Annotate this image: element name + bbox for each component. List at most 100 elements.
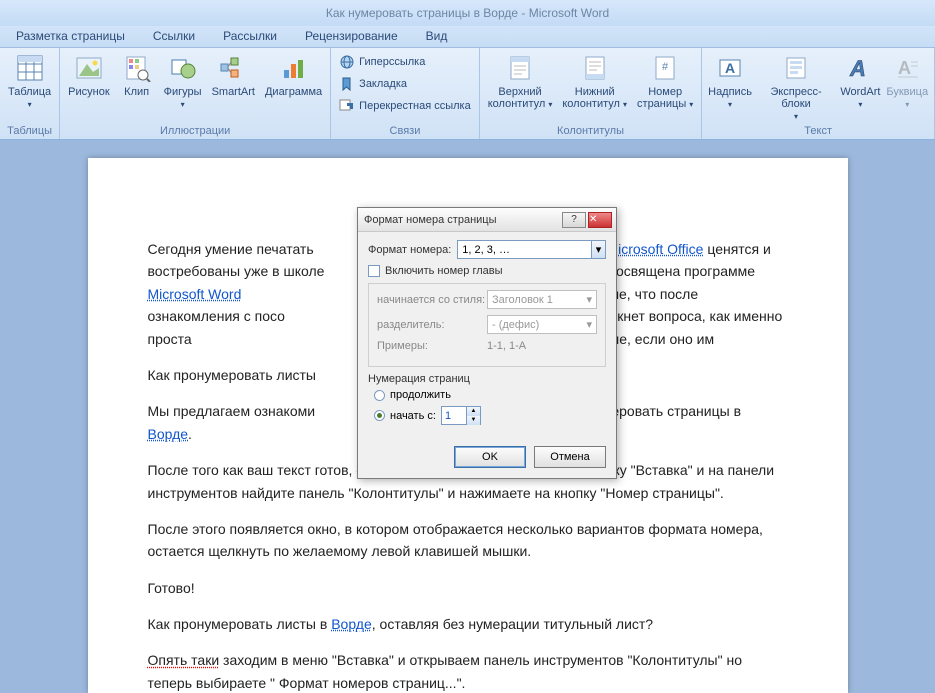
starts-style-value: Заголовок 1 <box>492 294 553 306</box>
header-icon <box>504 52 536 84</box>
svg-text:#: # <box>662 61 669 73</box>
start-from-spinner[interactable]: ▲▼ <box>441 406 481 425</box>
crossref-label: Перекрестная ссылка <box>359 100 471 112</box>
shapes-icon <box>167 52 199 84</box>
tab-review[interactable]: Рецензирование <box>291 26 412 47</box>
doc-text: Мы предлагаем ознакоми <box>148 403 316 419</box>
chart-label: Диаграмма <box>265 86 322 98</box>
table-icon <box>14 52 46 84</box>
clip-button[interactable]: Клип <box>116 50 158 98</box>
separator-label: разделитель: <box>377 319 487 331</box>
chevron-down-icon: ▾ <box>28 100 32 109</box>
footer-icon <box>579 52 611 84</box>
tab-mailings[interactable]: Рассылки <box>209 26 291 47</box>
picture-label: Рисунок <box>68 86 110 98</box>
quickparts-label: Экспресс-блоки <box>770 86 821 110</box>
wordart-icon: A <box>844 52 876 84</box>
bookmark-button[interactable]: Закладка <box>335 74 475 94</box>
include-chapter-label: Включить номер главы <box>385 265 503 277</box>
help-button[interactable]: ? <box>562 212 586 228</box>
doc-link[interactable]: Ворде <box>331 616 372 632</box>
close-icon: ✕ <box>589 214 611 225</box>
spin-down-icon[interactable]: ▼ <box>467 416 480 425</box>
page-number-icon: # <box>649 52 681 84</box>
doc-text: Сегодня умение печатать <box>148 241 314 257</box>
ribbon: Таблица▾ Таблицы Рисунок Клип Фигуры▾ Sm… <box>0 48 935 140</box>
clip-icon <box>121 52 153 84</box>
textbox-label: Надпись <box>708 86 752 98</box>
quickparts-button[interactable]: Экспресс-блоки ▾ <box>756 50 837 123</box>
examples-label: Примеры: <box>377 340 487 352</box>
dialog-title: Формат номера страницы <box>364 214 560 226</box>
chevron-down-icon: ▾ <box>689 100 693 109</box>
svg-text:A: A <box>898 58 911 78</box>
dropcap-label: Буквица <box>886 86 928 98</box>
doc-text: , оставляя без нумерации титульный лист? <box>372 616 653 632</box>
smartart-button[interactable]: SmartArt <box>208 50 259 98</box>
doc-link[interactable]: Microsoft Office <box>606 241 703 257</box>
hyperlink-button[interactable]: Гиперссылка <box>335 52 475 72</box>
tab-references[interactable]: Ссылки <box>139 26 209 47</box>
header-button[interactable]: Верхний колонтитул ▾ <box>484 50 557 111</box>
start-from-radio[interactable]: начать с: ▲▼ <box>374 406 606 425</box>
table-button[interactable]: Таблица ▾ <box>4 50 55 111</box>
tab-page-layout[interactable]: Разметка страницы <box>2 26 139 47</box>
smartart-icon <box>217 52 249 84</box>
shapes-button[interactable]: Фигуры▾ <box>160 50 206 111</box>
shapes-label: Фигуры <box>164 86 202 98</box>
table-label: Таблица <box>8 86 51 98</box>
crossref-button[interactable]: Перекрестная ссылка <box>335 96 475 116</box>
group-tables-title: Таблицы <box>4 124 55 139</box>
group-illustrations: Рисунок Клип Фигуры▾ SmartArt Диаграмма … <box>60 48 331 139</box>
spin-up-icon[interactable]: ▲ <box>467 407 480 416</box>
hyperlink-label: Гиперссылка <box>359 56 425 68</box>
start-from-label: начать с: <box>390 410 436 422</box>
chevron-down-icon: ▾ <box>586 318 592 331</box>
footer-button[interactable]: Нижний колонтитул ▾ <box>558 50 631 111</box>
page-number-button[interactable]: # Номер страницы ▾ <box>633 50 697 111</box>
doc-text: Готово! <box>148 577 788 599</box>
cancel-button[interactable]: Отмена <box>534 446 606 468</box>
quickparts-icon <box>780 52 812 84</box>
chevron-down-icon: ▾ <box>591 241 605 258</box>
crossref-icon <box>339 98 355 114</box>
close-button[interactable]: ✕ <box>588 212 612 228</box>
tab-view[interactable]: Вид <box>412 26 462 47</box>
group-text-title: Текст <box>706 124 930 139</box>
radio-icon <box>374 390 385 401</box>
starts-style-label: начинается со стиля: <box>377 294 487 306</box>
chevron-down-icon: ▾ <box>794 112 798 121</box>
continue-radio[interactable]: продолжить <box>374 389 606 401</box>
chart-button[interactable]: Диаграмма <box>261 50 326 98</box>
ribbon-tabs: Разметка страницы Ссылки Рассылки Реценз… <box>0 26 935 48</box>
dialog-titlebar[interactable]: Формат номера страницы ? ✕ <box>358 208 616 232</box>
textbox-button[interactable]: A Надпись▾ <box>706 50 753 111</box>
include-chapter-checkbox[interactable]: Включить номер главы <box>368 265 606 277</box>
wordart-button[interactable]: A WordArt▾ <box>838 50 882 111</box>
radio-icon <box>374 410 385 421</box>
doc-text: заходим в меню "Вставка" и открываем пан… <box>148 652 743 690</box>
start-from-input[interactable] <box>442 410 466 422</box>
starts-style-combo: Заголовок 1▾ <box>487 290 597 309</box>
chevron-down-icon: ▾ <box>858 100 862 109</box>
examples-value: 1-1, 1-A <box>487 340 526 352</box>
textbox-icon: A <box>714 52 746 84</box>
picture-button[interactable]: Рисунок <box>64 50 114 98</box>
bookmark-label: Закладка <box>359 78 407 90</box>
checkbox-icon <box>368 265 380 277</box>
page-number-label: Номер страницы ▾ <box>637 86 693 111</box>
format-combo[interactable]: 1, 2, 3, … ▾ <box>457 240 606 259</box>
footer-label: Нижний колонтитул ▾ <box>562 86 627 111</box>
dropcap-button[interactable]: A Буквица▾ <box>884 50 930 111</box>
group-illustrations-title: Иллюстрации <box>64 124 326 139</box>
hyperlink-icon <box>339 54 355 70</box>
doc-link[interactable]: Microsoft Word <box>148 286 242 302</box>
svg-text:A: A <box>725 60 735 76</box>
doc-link[interactable]: Ворде <box>148 426 189 442</box>
bookmark-icon <box>339 76 355 92</box>
continue-label: продолжить <box>390 389 451 401</box>
group-links: Гиперссылка Закладка Перекрестная ссылка… <box>331 48 480 139</box>
doc-text: . <box>188 426 192 442</box>
doc-text-spellerror: Опять таки <box>148 652 220 668</box>
ok-button[interactable]: OK <box>454 446 526 468</box>
